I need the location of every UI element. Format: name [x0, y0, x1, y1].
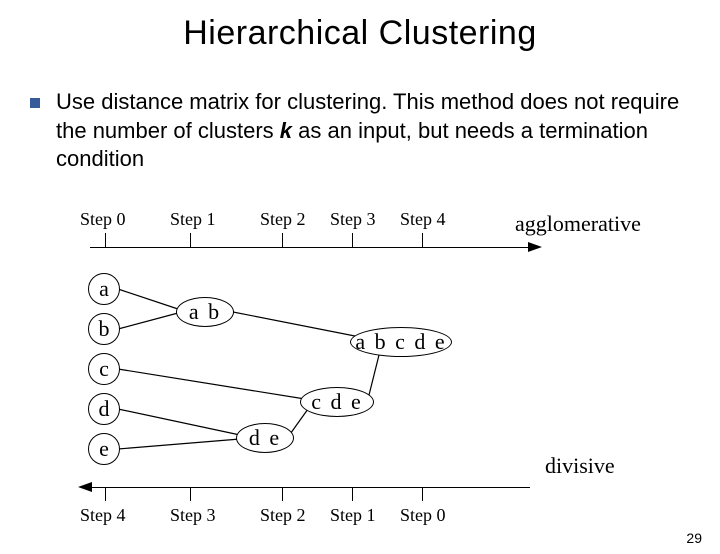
bullet-marker-icon: [30, 98, 40, 108]
dendrogram-diagram: Step 0 Step 1 Step 2 Step 3 Step 4 agglo…: [60, 209, 670, 539]
page-number: 29: [686, 530, 702, 546]
node-e: e: [88, 433, 120, 465]
node-d: d: [88, 393, 120, 425]
node-abcde: a b c d e: [350, 327, 452, 357]
bullet-text: Use distance matrix for clustering. This…: [56, 88, 690, 174]
node-cde: c d e: [300, 387, 374, 417]
bullet-row: Use distance matrix for clustering. This…: [30, 88, 690, 174]
node-a: a: [88, 273, 120, 305]
dendrogram-lines: [60, 209, 670, 539]
node-de: d e: [236, 423, 294, 453]
node-ab: a b: [176, 297, 234, 327]
node-c: c: [88, 353, 120, 385]
node-b: b: [88, 313, 120, 345]
slide-title: Hierarchical Clustering: [0, 14, 720, 53]
bullet-text-k: k: [280, 118, 292, 143]
